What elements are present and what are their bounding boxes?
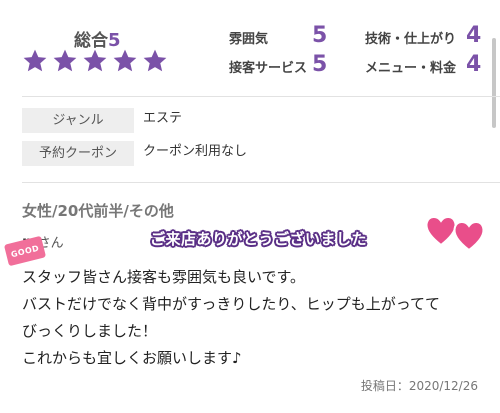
review-body-line: これからも宜しくお願いします♪ (22, 349, 242, 367)
star-rating (22, 48, 168, 74)
scrollbar[interactable] (492, 38, 496, 128)
good-badge: GOOD (3, 235, 47, 267)
star-icon (143, 49, 167, 72)
coupon-tag: 予約クーポン (22, 141, 134, 166)
menu-price-label: メニュー・料金 (365, 61, 457, 76)
star-icon (23, 49, 47, 72)
service-value: 5 (312, 52, 328, 77)
service-label: 接客サービス (229, 61, 308, 76)
divider (22, 96, 500, 97)
star-icon (83, 49, 107, 72)
genre-tag: ジャンル (22, 108, 134, 133)
atmosphere-value: 5 (312, 23, 328, 48)
atmosphere-label: 雰囲気 (229, 32, 269, 47)
posted-date: 投稿日：2020/12/26 (360, 379, 478, 393)
thanks-stamp: ご来店ありがとうございました (150, 230, 368, 248)
star-icon (53, 49, 77, 72)
star-icon (113, 49, 137, 72)
technique-value: 4 (466, 23, 482, 48)
divider (22, 182, 500, 183)
hearts-icon (425, 216, 485, 252)
review-body-line: スタッフ皆さん接客も雰囲気も良いです。 (22, 268, 306, 286)
menu-price-value: 4 (466, 52, 482, 77)
review-body-line: びっくりしました！ (22, 322, 158, 340)
coupon-value: クーポン利用なし (143, 144, 248, 159)
good-badge-text: GOOD (9, 243, 41, 259)
genre-value: エステ (143, 111, 183, 126)
technique-label: 技術・仕上がり (365, 32, 457, 47)
reviewer-demographics: 女性/20代前半/その他 (22, 202, 174, 220)
review-body-line: バストだけでなく背中がすっきりしたり、ヒップも上がってて (22, 295, 441, 313)
